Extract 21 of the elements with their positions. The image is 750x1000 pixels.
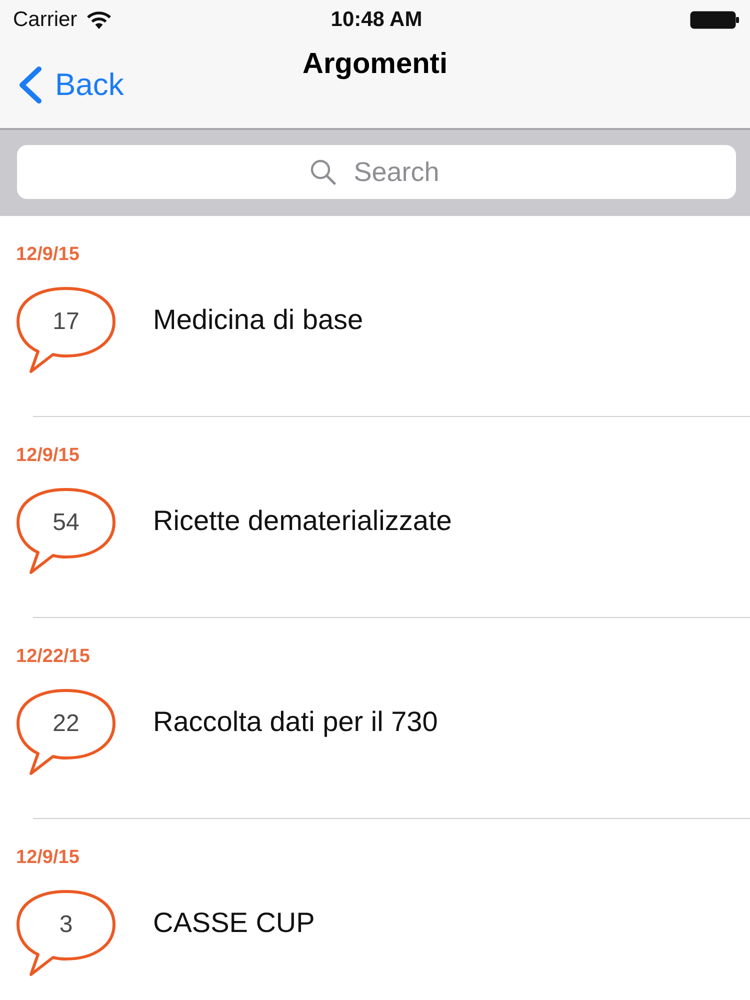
topic-date: 12/9/15 (16, 445, 80, 467)
search-field[interactable]: Search (17, 145, 736, 199)
screen-title: Argomenti (302, 48, 448, 81)
chevron-left-icon (17, 66, 43, 104)
battery-icon (690, 11, 740, 29)
topic-date: 12/9/15 (16, 244, 80, 266)
search-icon (310, 159, 336, 185)
topic-date: 12/9/15 (16, 847, 80, 869)
comment-count-bubble: 54 (16, 487, 116, 575)
topic-title: CASSE CUP (153, 906, 315, 940)
comment-count-bubble: 22 (16, 688, 116, 776)
clock-time: 10:48 AM (330, 8, 422, 32)
topic-date: 12/22/15 (16, 646, 90, 668)
back-button[interactable]: Back (15, 64, 126, 106)
topic-title: Ricette dematerializzate (153, 504, 452, 538)
wifi-icon (86, 10, 112, 30)
comment-count-bubble: 3 (16, 889, 116, 977)
comment-count-bubble: 17 (16, 286, 116, 374)
topic-title: Raccolta dati per il 730 (153, 705, 438, 739)
topic-title: Medicina di base (153, 303, 364, 337)
carrier-label: Carrier (13, 8, 78, 32)
